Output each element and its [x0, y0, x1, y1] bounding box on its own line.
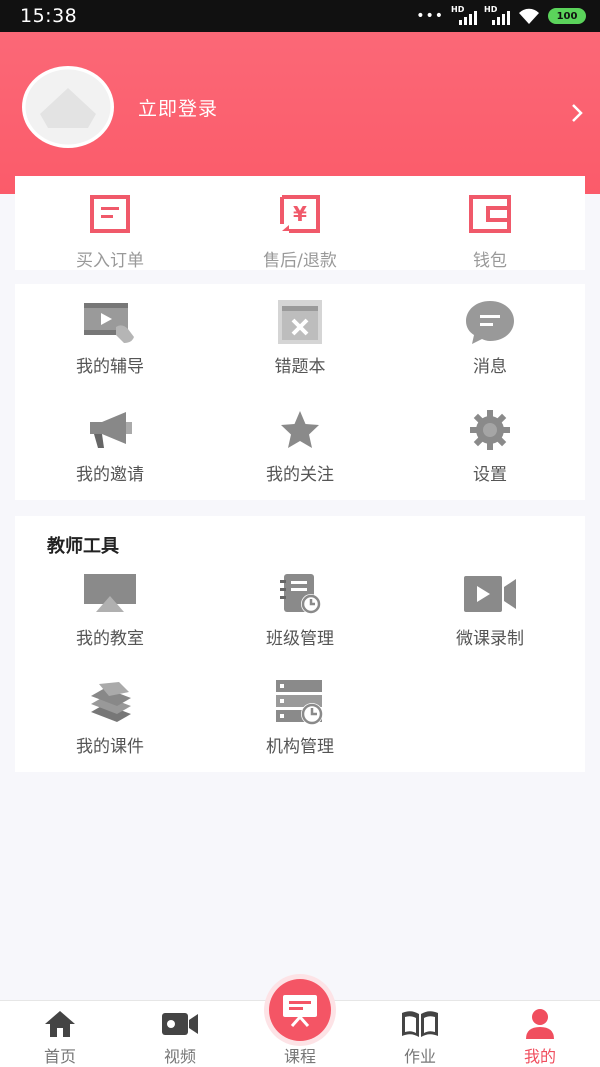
- tab-homework[interactable]: 作业: [360, 1001, 480, 1067]
- video-record-icon: [464, 576, 516, 612]
- tab-mine-label: 我的: [523, 1047, 556, 1066]
- board-icon: [283, 995, 317, 1027]
- orders-wallet[interactable]: 钱包: [395, 190, 585, 271]
- chevron-right-icon[interactable]: [570, 102, 584, 124]
- teacher-courseware[interactable]: 我的课件: [15, 678, 205, 757]
- teacher-video-record-label: 微课录制: [456, 629, 524, 649]
- teacher-video-record[interactable]: 微课录制: [395, 570, 585, 649]
- teacher-tools-card: 教师工具 我的教室 班级管理 微课录制 我的课件 机构管理: [15, 516, 585, 772]
- tool-settings[interactable]: 设置: [395, 406, 585, 485]
- orders-refund[interactable]: ¥ 售后/退款: [205, 190, 395, 271]
- svg-text:¥: ¥: [293, 202, 307, 226]
- profile-header[interactable]: 立即登录: [0, 32, 600, 194]
- megaphone-icon: [90, 412, 132, 448]
- teacher-org-manage[interactable]: 机构管理: [205, 678, 395, 757]
- tool-settings-label: 设置: [473, 465, 507, 485]
- battery-level: 100: [556, 10, 578, 22]
- order-icon: [90, 195, 130, 233]
- more-dots-icon: •••: [416, 8, 444, 24]
- tool-tutoring[interactable]: 我的辅导: [15, 298, 205, 377]
- mistake-book-icon: [278, 300, 322, 344]
- refund-icon: ¥: [280, 195, 320, 233]
- tab-home-label: 首页: [43, 1047, 76, 1066]
- teacher-org-manage-label: 机构管理: [266, 737, 334, 757]
- avatar-placeholder-icon: [22, 66, 114, 148]
- teacher-classroom-label: 我的教室: [76, 629, 144, 649]
- camera-icon: [162, 1013, 198, 1035]
- classroom-icon: [84, 574, 136, 612]
- star-icon: [281, 411, 319, 448]
- orders-buy[interactable]: 买入订单: [15, 190, 205, 271]
- orders-refund-label: 售后/退款: [263, 251, 337, 271]
- tool-tutoring-label: 我的辅导: [76, 357, 144, 377]
- orders-wallet-label: 钱包: [473, 251, 507, 271]
- tab-video-label: 视频: [163, 1047, 196, 1066]
- tutoring-icon: [84, 303, 134, 343]
- course-center-button[interactable]: [264, 974, 336, 1046]
- tab-mine[interactable]: 我的: [480, 1001, 600, 1067]
- tool-invite-label: 我的邀请: [76, 465, 144, 485]
- login-link[interactable]: 立即登录: [138, 94, 218, 121]
- tab-course-label: 课程: [283, 1047, 316, 1066]
- tool-follow-label: 我的关注: [266, 465, 334, 485]
- wallet-icon: [469, 195, 511, 233]
- tool-messages[interactable]: 消息: [395, 298, 585, 377]
- message-icon: [466, 301, 514, 344]
- class-manage-icon: [280, 574, 321, 614]
- tool-follow[interactable]: 我的关注: [205, 406, 395, 485]
- avatar[interactable]: [22, 66, 114, 148]
- signal-icon: HD: [451, 5, 477, 25]
- tab-homework-label: 作业: [403, 1047, 436, 1066]
- wifi-icon: [519, 8, 539, 24]
- tools-card: 我的辅导 错题本 消息 我的邀请 我的关注 设置: [15, 284, 585, 500]
- signal-icon-2: HD: [484, 5, 510, 25]
- tool-mistakes[interactable]: 错题本: [205, 298, 395, 377]
- server-clock-icon: [276, 680, 323, 725]
- gear-icon: [470, 410, 510, 450]
- orders-buy-label: 买入订单: [76, 251, 144, 271]
- tool-invite[interactable]: 我的邀请: [15, 406, 205, 485]
- status-time: 15:38: [20, 5, 78, 27]
- tool-messages-label: 消息: [473, 357, 507, 377]
- orders-card: 买入订单 ¥ 售后/退款 钱包: [15, 176, 585, 271]
- status-bar: 15:38 ••• HD HD 100: [0, 0, 600, 32]
- tool-mistakes-label: 错题本: [274, 357, 326, 377]
- tab-home[interactable]: 首页: [0, 1001, 120, 1067]
- tab-video[interactable]: 视频: [120, 1001, 240, 1067]
- teacher-classroom[interactable]: 我的教室: [15, 570, 205, 649]
- books-icon: [91, 682, 131, 722]
- teacher-courseware-label: 我的课件: [76, 737, 144, 757]
- teacher-class-manage[interactable]: 班级管理: [205, 570, 395, 649]
- status-icons: ••• HD HD 100: [416, 5, 586, 25]
- battery-icon: 100: [548, 8, 586, 24]
- user-icon: [526, 1009, 554, 1039]
- teacher-tools-title: 教师工具: [47, 536, 119, 557]
- home-icon: [45, 1011, 75, 1037]
- book-open-icon: [402, 1011, 438, 1037]
- teacher-class-manage-label: 班级管理: [266, 629, 334, 649]
